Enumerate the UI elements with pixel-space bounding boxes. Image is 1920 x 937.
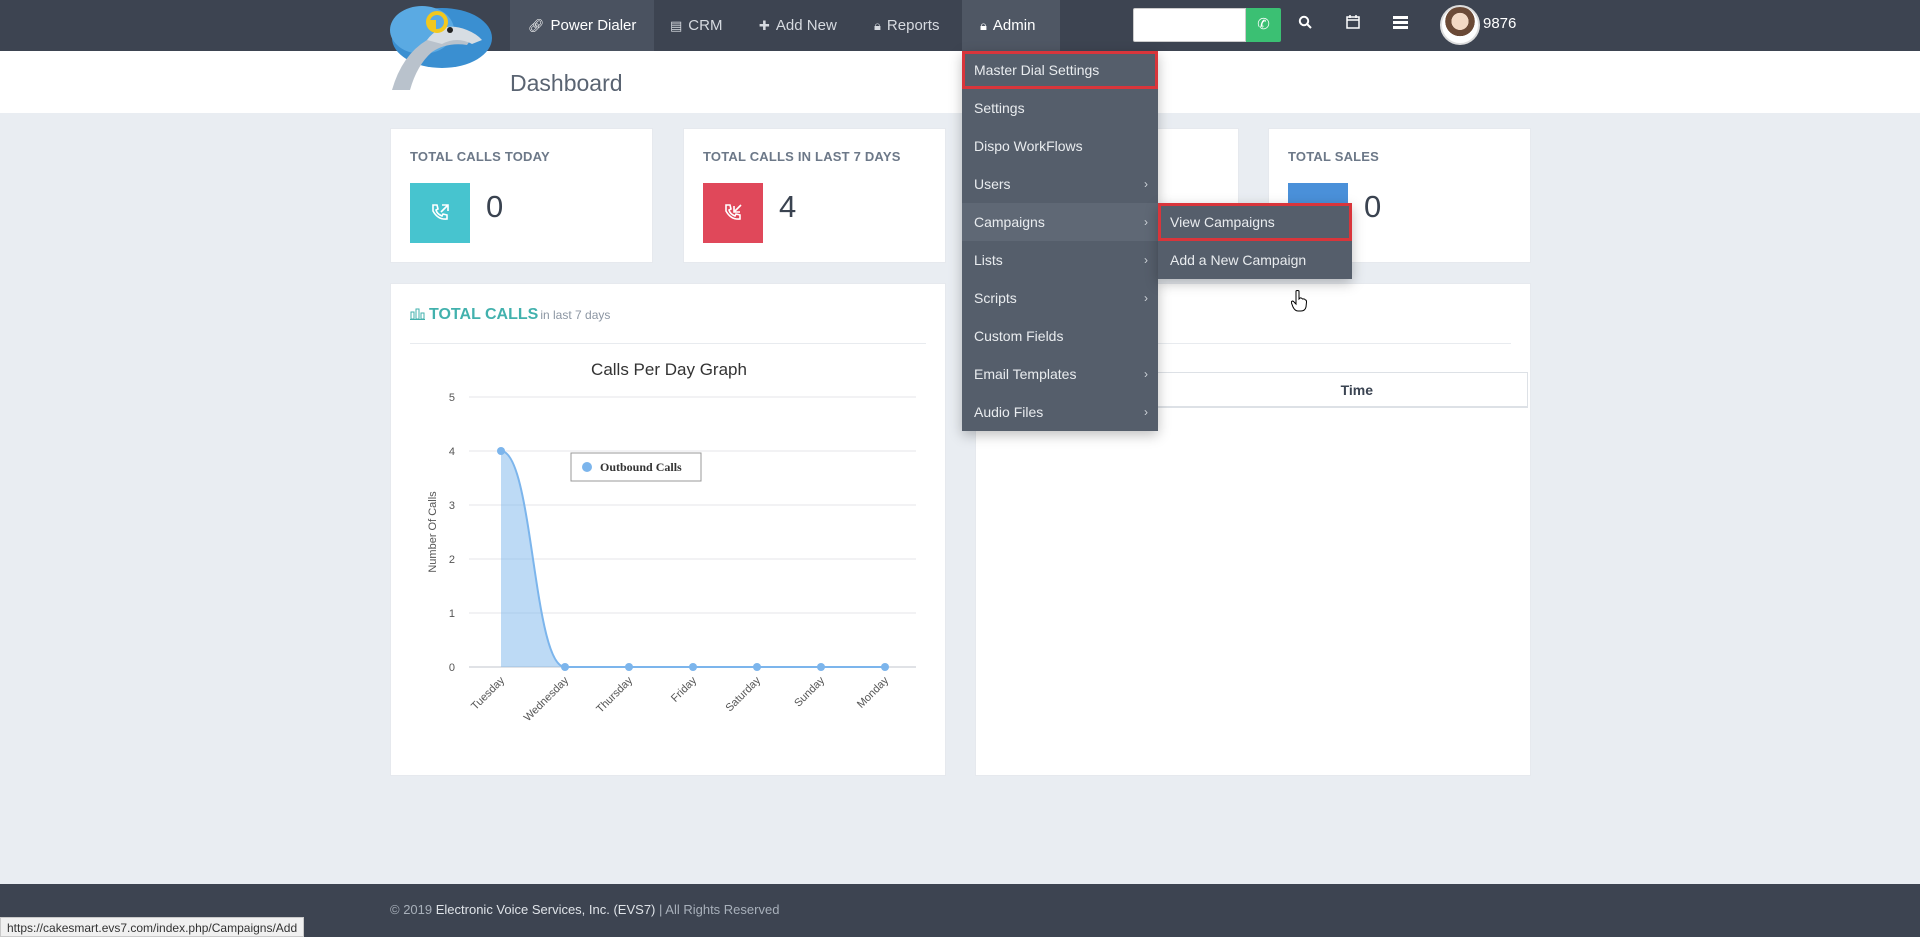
y-tick-label: 1 [449,608,455,620]
panel-title: TOTAL CALLS in last 7 days [410,306,610,324]
y-tick-label: 3 [449,500,455,512]
stat-card-calls-today: TOTAL CALLS TODAY 0 [390,128,653,263]
stat-card-calls-7-days: TOTAL CALLS IN LAST 7 DAYS 4 [683,128,946,263]
chevron-right-icon: › [1144,405,1148,419]
phone-icon: ✆ [1257,16,1270,33]
menu-item-campaigns[interactable]: Campaigns › [962,203,1158,241]
menu-item-audio-files[interactable]: Audio Files › [962,393,1158,431]
footer-text: © 2019 Electronic Voice Services, Inc. (… [390,902,780,917]
menu-item-scripts[interactable]: Scripts › [962,279,1158,317]
total-calls-panel: TOTAL CALLS in last 7 days Calls Per Day … [390,283,946,776]
menu-item-add-new-campaign[interactable]: Add a New Campaign [1158,241,1352,279]
activity-table: Time [1126,372,1528,408]
incoming-call-icon [703,183,763,243]
avatar[interactable] [1440,5,1480,45]
page-title: Dashboard [510,70,623,96]
data-point [497,447,505,455]
chevron-right-icon: › [1144,367,1148,381]
y-tick-label: 5 [449,392,455,404]
stat-value: 0 [1364,189,1382,224]
y-tick-label: 4 [449,446,455,458]
dial-input[interactable] [1133,8,1246,42]
chevron-right-icon: › [1144,291,1148,305]
menu-item-settings[interactable]: Settings [962,89,1158,127]
book-icon: ▤ [670,18,683,33]
panel-subtitle: in last 7 days [540,308,611,322]
outgoing-call-icon [410,183,470,243]
chevron-right-icon: › [1144,215,1148,229]
menu-item-view-campaigns[interactable]: View Campaigns [1158,203,1352,241]
x-tick-label: Saturday [724,674,764,714]
nav-crm[interactable]: ▤ CRM [652,0,740,51]
dolphin-logo[interactable] [372,0,498,92]
data-point [689,663,697,671]
x-tick-label: Thursday [594,674,635,715]
lock-icon: 🔒︎ [874,18,881,33]
chevron-right-icon: › [1144,253,1148,267]
call-button[interactable]: ✆ [1246,8,1281,42]
x-tick-label: Sunday [792,674,827,709]
x-tick-label: Friday [669,674,699,704]
footer-company-link[interactable]: Electronic Voice Services, Inc. (EVS7) [436,902,656,917]
nav-admin[interactable]: 🔒︎ Admin [962,0,1060,51]
status-bar-url: https://cakesmart.evs7.com/index.php/Cam… [0,917,305,937]
admin-dropdown-menu: Master Dial Settings Settings Dispo Work… [962,51,1158,431]
data-point [881,663,889,671]
table-header-time: Time [1340,382,1373,398]
x-tick-label: Wednesday [522,674,572,724]
user-id[interactable]: 9876 [1483,0,1516,47]
bar-chart-icon [410,308,425,320]
legend-label: Outbound Calls [600,460,682,474]
stat-title: TOTAL SALES [1288,149,1380,164]
data-point [753,663,761,671]
data-point [561,663,569,671]
stat-title: TOTAL CALLS TODAY [410,149,550,164]
page-header [0,51,1920,113]
hand-cursor-icon [1291,290,1307,312]
search-icon[interactable] [1288,8,1322,42]
stat-value: 0 [486,189,504,224]
nav-add-new[interactable]: ✚ Add New [741,0,855,51]
top-navbar [0,0,1920,51]
x-tick-label: Tuesday [469,674,507,712]
campaigns-submenu: View Campaigns Add a New Campaign [1158,203,1352,279]
chevron-right-icon: › [1144,177,1148,191]
menu-item-custom-fields[interactable]: Custom Fields [962,317,1158,355]
list-icon[interactable] [1383,8,1417,42]
plus-icon: ✚ [759,18,770,33]
menu-item-master-dial-settings[interactable]: Master Dial Settings [962,51,1158,89]
data-point [817,663,825,671]
menu-item-dispo-workflows[interactable]: Dispo WorkFlows [962,127,1158,165]
calls-per-day-chart: Calls Per Day Graph 0 1 2 3 4 5 Number Of Calls… [427,360,916,724]
menu-item-users[interactable]: Users › [962,165,1158,203]
stat-value: 4 [779,189,797,224]
nav-reports[interactable]: 🔒︎ Reports [856,0,957,51]
y-tick-label: 0 [449,662,455,674]
data-point [625,663,633,671]
nav-power-dialer[interactable]: 🔗︎ Power Dialer [510,0,655,51]
link-icon: 🔗︎ [528,18,545,33]
calendar-icon[interactable] [1336,8,1370,42]
lock-icon: 🔒︎ [980,18,987,33]
x-tick-label: Monday [855,674,892,711]
legend-marker [582,462,592,472]
menu-item-email-templates[interactable]: Email Templates › [962,355,1158,393]
menu-item-lists[interactable]: Lists › [962,241,1158,279]
y-tick-label: 2 [449,554,455,566]
y-axis-label: Number Of Calls [427,491,439,573]
stat-title: TOTAL CALLS IN LAST 7 DAYS [703,149,901,164]
chart-title: Calls Per Day Graph [591,360,747,379]
